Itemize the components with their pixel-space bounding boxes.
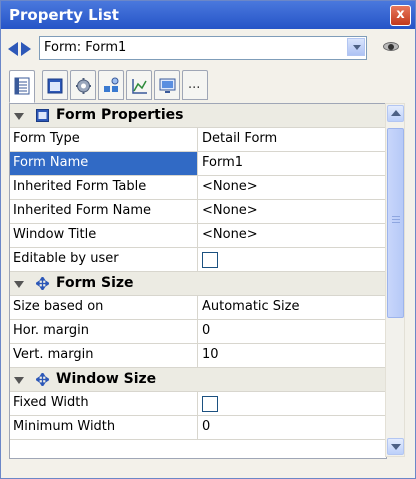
more-label: ... [188,77,201,92]
property-list-window: Property List x Form: Form1 ... Form Pro… [0,0,416,479]
title-bar[interactable]: Property List x [1,1,415,29]
form-properties-icon [36,109,49,122]
property-label: Form Type [13,131,80,146]
property-label: Form Name [13,155,89,170]
close-button[interactable]: x [390,5,411,26]
collapse-chevron-icon[interactable] [14,113,24,120]
size-arrows-icon [36,277,49,290]
vertical-scrollbar[interactable] [385,103,405,457]
category-form-size[interactable]: Form Size [10,272,386,296]
object-selector-value: Form: Form1 [44,40,127,55]
property-value[interactable]: 0 [202,323,210,338]
property-tabs: ... [9,70,329,104]
view-icon[interactable] [381,39,405,55]
property-row[interactable]: Fixed Width [10,392,386,416]
property-value[interactable]: 0 [202,419,210,434]
property-row[interactable]: Minimum Width 0 [10,416,386,440]
window-title: Property List [9,6,119,24]
property-row[interactable]: Editable by user [10,248,386,272]
close-icon: x [396,7,405,22]
screen-tab-icon[interactable] [154,70,180,100]
property-grid: Form Properties Form Type Detail Form Fo… [9,103,387,459]
property-row[interactable]: Inherited Form Table <None> [10,176,386,200]
property-label: Minimum Width [13,419,116,434]
property-value[interactable]: 10 [202,347,219,362]
gear-tab-icon[interactable] [70,70,96,100]
property-row[interactable]: Vert. margin 10 [10,344,386,368]
more-tab-icon[interactable]: ... [182,70,208,100]
scroll-down-button[interactable] [387,438,404,455]
category-form-properties[interactable]: Form Properties [10,104,386,128]
property-value[interactable]: Automatic Size [202,299,300,314]
fixed-width-checkbox[interactable] [202,396,218,412]
property-row[interactable]: Inherited Form Name <None> [10,200,386,224]
property-value[interactable]: <None> [202,203,258,218]
property-label: Inherited Form Name [13,203,151,218]
properties-tab-icon[interactable] [9,70,35,103]
chart-tab-icon[interactable] [126,70,152,100]
scroll-up-button[interactable] [387,105,404,122]
property-label: Fixed Width [13,395,89,410]
property-label: Hor. margin [13,323,89,338]
scroll-thumb[interactable] [387,128,404,318]
form-tab-icon[interactable] [42,70,68,100]
property-label: Size based on [13,299,104,314]
property-row[interactable]: Size based on Automatic Size [10,296,386,320]
section-title: Window Size [56,371,157,387]
editable-checkbox[interactable] [202,252,218,268]
property-value[interactable]: <None> [202,179,258,194]
property-label: Editable by user [13,251,119,266]
property-value[interactable]: Detail Form [202,131,277,146]
property-row-selected[interactable]: Form Name Form1 [10,152,386,176]
chevron-down-icon[interactable] [347,38,365,56]
property-row[interactable]: Hor. margin 0 [10,320,386,344]
collapse-chevron-icon[interactable] [14,377,24,384]
navigate-arrows-icon[interactable] [8,42,38,56]
category-window-size[interactable]: Window Size [10,368,386,392]
property-label: Window Title [13,227,97,242]
property-label: Vert. margin [13,347,94,362]
size-arrows-icon [36,373,49,386]
property-value[interactable]: <None> [202,227,258,242]
property-row[interactable]: Window Title <None> [10,224,386,248]
collapse-chevron-icon[interactable] [14,281,24,288]
property-value[interactable]: Form1 [202,155,243,170]
property-row[interactable]: Form Type Detail Form [10,128,386,152]
property-label: Inherited Form Table [13,179,147,194]
section-title: Form Properties [56,107,184,123]
object-selector-row: Form: Form1 [1,32,415,66]
object-selector-dropdown[interactable]: Form: Form1 [39,36,367,60]
section-title: Form Size [56,275,134,291]
layout-tab-icon[interactable] [98,70,124,100]
